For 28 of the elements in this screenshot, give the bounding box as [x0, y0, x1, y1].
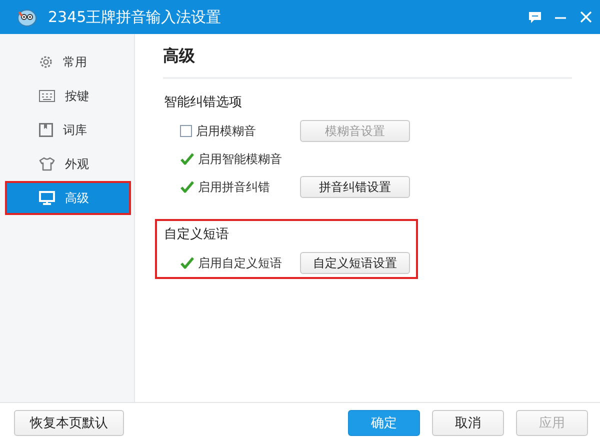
page-heading: 高级	[163, 46, 572, 79]
shirt-icon	[39, 157, 55, 171]
sidebar-item[interactable]: 常用	[5, 45, 131, 79]
keyboard-icon	[39, 90, 55, 102]
window-title: 2345王牌拼音输入法设置	[48, 8, 222, 26]
feedback-icon[interactable]	[529, 12, 541, 22]
book-icon	[39, 123, 53, 137]
restore-defaults-button[interactable]: 恢复本页默认	[14, 410, 124, 436]
sidebar-item[interactable]: 外观	[5, 147, 131, 181]
section-title: 自定义短语	[164, 226, 230, 243]
monitor-icon	[39, 191, 55, 205]
checkbox[interactable]	[180, 257, 194, 269]
checkbox[interactable]	[180, 125, 192, 137]
settings-button[interactable]: 拼音纠错设置	[300, 176, 410, 198]
dialog-button[interactable]: 取消	[432, 410, 504, 436]
gear-icon	[39, 55, 53, 69]
section-title: 智能纠错选项	[164, 94, 243, 111]
sidebar-item[interactable]: 按键	[5, 79, 131, 113]
sidebar-item[interactable]: 词库	[5, 113, 131, 147]
checkbox-label: 启用智能模糊音	[198, 150, 282, 168]
checkbox-label: 启用拼音纠错	[198, 178, 270, 196]
close-icon[interactable]	[580, 11, 592, 23]
checkbox-label: 启用模糊音	[196, 122, 256, 140]
checkbox[interactable]	[180, 153, 194, 165]
checkbox-label: 启用自定义短语	[198, 254, 282, 272]
checkbox[interactable]	[180, 181, 194, 193]
sidebar-item[interactable]: 高级	[5, 181, 131, 215]
settings-button[interactable]: 自定义短语设置	[300, 252, 410, 274]
